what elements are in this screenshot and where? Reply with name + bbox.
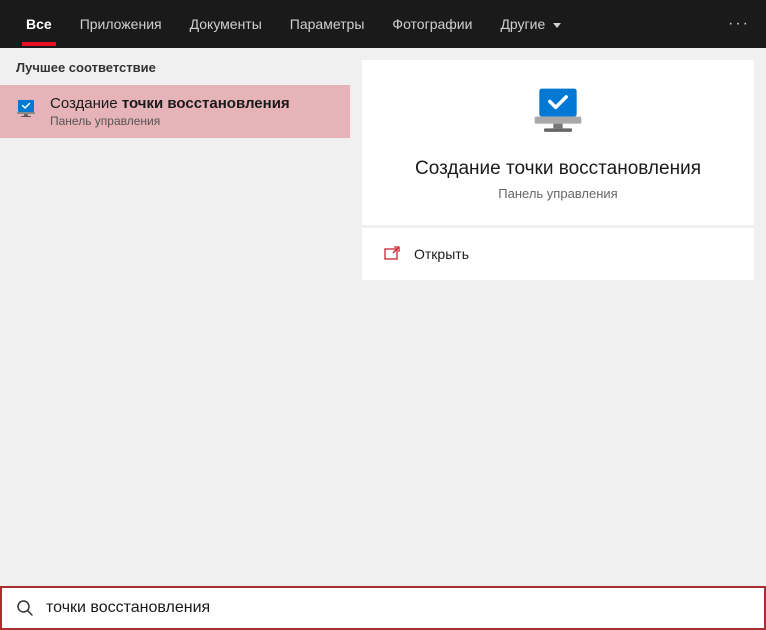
result-title-prefix: Создание: [50, 95, 122, 112]
action-open-label: Открыть: [414, 246, 469, 262]
content-area: Лучшее соответствие Создание точки восст…: [0, 48, 766, 586]
preview-subtitle: Панель управления: [498, 186, 617, 201]
result-subtitle: Панель управления: [50, 114, 290, 128]
ellipsis-icon: ···: [728, 15, 750, 32]
result-item-restore-point[interactable]: Создание точки восстановления Панель упр…: [0, 85, 350, 138]
tab-all[interactable]: Все: [12, 2, 66, 46]
tab-other[interactable]: Другие: [486, 2, 575, 46]
tab-apps[interactable]: Приложения: [66, 2, 176, 46]
preview-title: Создание точки восстановления: [415, 158, 701, 180]
tab-other-label: Другие: [500, 16, 545, 32]
tab-documents[interactable]: Документы: [176, 2, 276, 46]
search-bar[interactable]: [0, 586, 766, 630]
preview-actions: Открыть: [362, 228, 754, 280]
result-title: Создание точки восстановления: [50, 95, 290, 112]
search-icon: [16, 599, 34, 617]
preview-card: Создание точки восстановления Панель упр…: [362, 60, 754, 225]
tab-settings[interactable]: Параметры: [276, 2, 379, 46]
results-pane: Лучшее соответствие Создание точки восст…: [0, 48, 350, 586]
preview-pane: Создание точки восстановления Панель упр…: [350, 48, 766, 586]
monitor-check-icon: [530, 84, 586, 140]
section-header-best-match: Лучшее соответствие: [0, 48, 350, 85]
tab-photos[interactable]: Фотографии: [378, 2, 486, 46]
monitor-check-icon: [14, 97, 38, 121]
open-icon: [384, 246, 400, 262]
header-tabs: Все Приложения Документы Параметры Фотог…: [0, 0, 766, 48]
search-input[interactable]: [46, 599, 750, 617]
more-button[interactable]: ···: [728, 15, 750, 33]
action-open[interactable]: Открыть: [362, 232, 754, 276]
result-title-bold: точки восстановления: [122, 95, 290, 112]
chevron-down-icon: [553, 23, 561, 28]
result-text: Создание точки восстановления Панель упр…: [50, 95, 290, 128]
